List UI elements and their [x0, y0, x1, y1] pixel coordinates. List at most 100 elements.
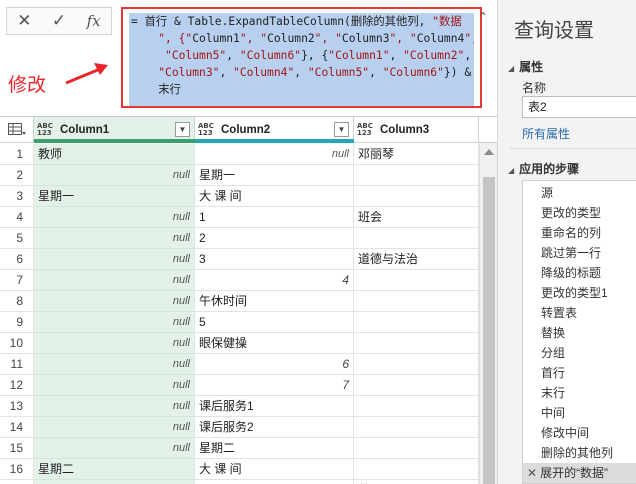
applied-step[interactable]: 分组 — [523, 343, 636, 363]
table-row[interactable]: 16 星期二 大 课 间 — [0, 459, 479, 480]
cell-column3[interactable] — [354, 438, 479, 459]
table-menu-icon[interactable] — [0, 117, 34, 143]
cell-column3[interactable]: 班会 — [354, 207, 479, 228]
type-any-icon[interactable]: ABC 123 — [357, 123, 375, 137]
filter-dropdown-icon[interactable]: ▼ — [334, 122, 349, 137]
table-row[interactable]: 15 null 星期二 — [0, 438, 479, 459]
cell-column2[interactable]: 大 课 间 — [195, 459, 354, 480]
type-any-icon[interactable]: ABC 123 — [37, 123, 55, 137]
cell-column1[interactable]: null — [34, 480, 195, 484]
cancel-icon[interactable]: ✕ — [9, 8, 39, 34]
applied-step[interactable]: 源 — [523, 183, 636, 203]
cell-column1[interactable]: null — [34, 291, 195, 312]
cell-column3[interactable] — [354, 291, 479, 312]
cell-column3[interactable] — [354, 165, 479, 186]
cell-column2[interactable]: 午休时间 — [195, 291, 354, 312]
cell-column2[interactable]: 5 — [195, 312, 354, 333]
cell-column3[interactable] — [354, 417, 479, 438]
table-row[interactable]: 3 星期一 大 课 间 — [0, 186, 479, 207]
cell-column3[interactable]: 英语 — [354, 480, 479, 484]
cell-column3[interactable] — [354, 375, 479, 396]
cell-column1[interactable]: 星期二 — [34, 459, 195, 480]
applied-steps-section-header[interactable]: ◢ 应用的步骤 — [508, 160, 579, 177]
cell-column2[interactable]: 星期二 — [195, 438, 354, 459]
table-row[interactable]: 5 null 2 — [0, 228, 479, 249]
applied-step[interactable]: 修改中间 — [523, 423, 636, 443]
applied-step[interactable]: 更改的类型1 — [523, 283, 636, 303]
cell-column3[interactable] — [354, 333, 479, 354]
scroll-thumb[interactable] — [483, 177, 495, 484]
scroll-up-icon[interactable] — [484, 149, 494, 155]
applied-step[interactable]: 替换 — [523, 323, 636, 343]
applied-step[interactable]: 重命名的列 — [523, 223, 636, 243]
table-row[interactable]: 6 null 3 道德与法治 — [0, 249, 479, 270]
cell-column1[interactable]: null — [34, 228, 195, 249]
cell-column2[interactable]: 大 课 间 — [195, 186, 354, 207]
column-header-3[interactable]: ABC 123 Column3 — [354, 117, 479, 143]
cell-column1[interactable]: null — [34, 249, 195, 270]
filter-dropdown-icon[interactable]: ▼ — [175, 122, 190, 137]
applied-step[interactable]: 跳过第一行 — [523, 243, 636, 263]
all-properties-link[interactable]: 所有属性 — [522, 125, 570, 142]
cell-column2[interactable]: 1 — [195, 207, 354, 228]
confirm-icon[interactable]: ✓ — [44, 8, 74, 34]
applied-step[interactable]: ✕ 展开的“数据” — [523, 463, 636, 483]
cell-column2[interactable]: 课后服务2 — [195, 417, 354, 438]
table-row[interactable]: 10 null 眼保健操 — [0, 333, 479, 354]
cell-column2[interactable]: 4 — [195, 270, 354, 291]
applied-step[interactable]: 转置表 — [523, 303, 636, 323]
cell-column2[interactable]: 1 — [195, 480, 354, 484]
cell-column3[interactable] — [354, 396, 479, 417]
cell-column2[interactable]: 星期一 — [195, 165, 354, 186]
chevron-up-icon[interactable]: ⌃ — [478, 10, 488, 24]
applied-step[interactable]: 更改的类型 — [523, 203, 636, 223]
table-row[interactable]: 13 null 课后服务1 — [0, 396, 479, 417]
cell-column1[interactable]: null — [34, 165, 195, 186]
cell-column1[interactable]: 教师 — [34, 144, 195, 165]
cell-column1[interactable]: null — [34, 354, 195, 375]
cell-column1[interactable]: null — [34, 438, 195, 459]
table-row[interactable]: 9 null 5 — [0, 312, 479, 333]
table-row[interactable]: 4 null 1 班会 — [0, 207, 479, 228]
cell-column1[interactable]: null — [34, 396, 195, 417]
vertical-scrollbar[interactable] — [479, 143, 497, 484]
cell-column3[interactable]: 道德与法治 — [354, 249, 479, 270]
table-row[interactable]: 17 null 1英语 — [0, 480, 479, 484]
table-row[interactable]: 14 null 课后服务2 — [0, 417, 479, 438]
applied-step[interactable]: 降级的标题 — [523, 263, 636, 283]
cell-column2[interactable]: 7 — [195, 375, 354, 396]
table-row[interactable]: 7 null 4 — [0, 270, 479, 291]
cell-column3[interactable] — [354, 312, 479, 333]
table-row[interactable]: 8 null 午休时间 — [0, 291, 479, 312]
cell-column1[interactable]: null — [34, 270, 195, 291]
cell-column1[interactable]: null — [34, 333, 195, 354]
cell-column2[interactable]: 2 — [195, 228, 354, 249]
cell-column2[interactable]: 课后服务1 — [195, 396, 354, 417]
cell-column2[interactable]: 6 — [195, 354, 354, 375]
properties-section-header[interactable]: ◢ 属性 — [508, 58, 543, 75]
formula-text[interactable]: = 首行 & Table.ExpandTableColumn(删除的其他列, "… — [129, 13, 474, 106]
applied-step[interactable]: 首行 — [523, 363, 636, 383]
cell-column3[interactable] — [354, 354, 479, 375]
cell-column3[interactable]: 邓丽琴 — [354, 144, 479, 165]
cell-column2[interactable]: null — [195, 144, 354, 165]
cell-column1[interactable]: null — [34, 417, 195, 438]
cell-column1[interactable]: null — [34, 312, 195, 333]
applied-step[interactable]: 删除的其他列 — [523, 443, 636, 463]
cell-column1[interactable]: null — [34, 207, 195, 228]
collapse-triangle-icon[interactable]: ◢ — [508, 166, 514, 175]
cell-column3[interactable] — [354, 186, 479, 207]
table-row[interactable]: 12 null 7 — [0, 375, 479, 396]
type-any-icon[interactable]: ABC 123 — [198, 123, 216, 137]
fx-icon[interactable]: fx — [79, 8, 109, 34]
applied-step[interactable]: 末行 — [523, 383, 636, 403]
cell-column3[interactable] — [354, 228, 479, 249]
table-row[interactable]: 1 教师 null 邓丽琴 — [0, 144, 479, 165]
cell-column2[interactable]: 眼保健操 — [195, 333, 354, 354]
cell-column1[interactable]: 星期一 — [34, 186, 195, 207]
table-row[interactable]: 2 null 星期一 — [0, 165, 479, 186]
formula-editor[interactable]: = 首行 & Table.ExpandTableColumn(删除的其他列, "… — [121, 7, 482, 108]
cell-column3[interactable] — [354, 459, 479, 480]
delete-step-icon[interactable]: ✕ — [527, 466, 537, 480]
cell-column3[interactable] — [354, 270, 479, 291]
